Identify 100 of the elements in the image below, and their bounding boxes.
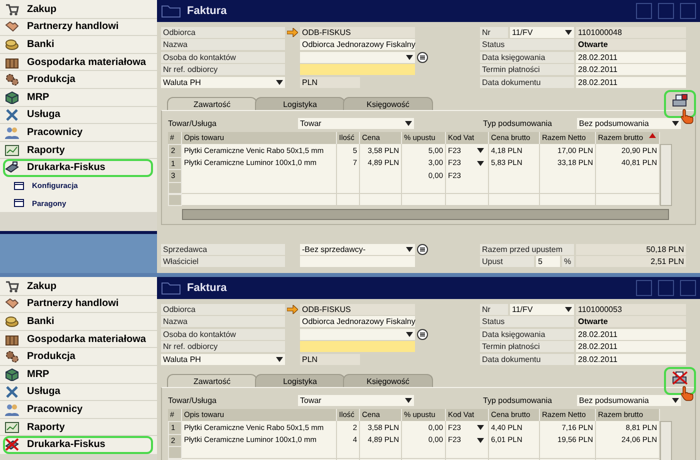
document-field[interactable]: Otwarte: [576, 39, 686, 50]
sidebar-item[interactable]: Raporty: [0, 142, 157, 160]
field-label: Nr ref. odbiorcy: [161, 341, 285, 352]
summary-type-dropdown[interactable]: Bez podsumowania: [577, 118, 681, 128]
table-cell: [596, 182, 660, 194]
sidebar-item[interactable]: Produkcja: [0, 348, 157, 366]
name-field[interactable]: Odbiorca Jednorazowy Fiskalny: [300, 316, 415, 327]
printer-crossed-icon: [672, 371, 688, 385]
field-label: Nazwa: [161, 39, 285, 50]
sidebar-item[interactable]: Produkcja: [0, 71, 157, 89]
document-field[interactable]: 28.02.2011: [576, 328, 686, 340]
document-field[interactable]: 1101000048: [576, 26, 686, 38]
document-field[interactable]: 28.02.2011: [576, 52, 686, 62]
chart-icon: [5, 144, 19, 157]
item-type-dropdown[interactable]: Towar: [298, 394, 414, 406]
caret-icon[interactable]: [565, 30, 572, 34]
sidebar-item[interactable]: Drukarka-Fiskus: [3, 436, 153, 454]
customer-code-field[interactable]: ODB-FISKUS: [300, 26, 415, 38]
tab[interactable]: Księgowość: [343, 97, 433, 110]
currency-field[interactable]: PLN: [300, 354, 360, 364]
link-arrow-icon[interactable]: [287, 28, 298, 36]
table-cell: [337, 182, 360, 194]
document-field[interactable]: 28.02.2011: [576, 64, 686, 75]
window-title: Faktura: [187, 5, 228, 17]
item-type-dropdown[interactable]: Towar: [298, 118, 414, 128]
coins-icon: [5, 38, 19, 51]
horizontal-scrollbar[interactable]: [182, 209, 669, 220]
window-title: Faktura: [187, 282, 228, 294]
sidebar-item[interactable]: Zakup: [0, 278, 157, 296]
owner-field[interactable]: [300, 256, 415, 268]
sidebar-item[interactable]: MRP: [0, 366, 157, 384]
sidebar-item[interactable]: Gospodarka materiałowa: [0, 54, 157, 72]
sidebar-item[interactable]: MRP: [0, 88, 157, 107]
sidebar-item[interactable]: Usługa: [0, 106, 157, 124]
sidebar-item[interactable]: Partnerzy handlowi: [0, 18, 157, 36]
caret-icon[interactable]: [406, 246, 413, 252]
caret-icon[interactable]: [672, 120, 679, 126]
tab[interactable]: Logistyka: [255, 374, 345, 387]
discount-amount-field[interactable]: 2,51 PLN: [576, 256, 686, 268]
sidebar-item[interactable]: Banki: [0, 313, 157, 331]
name-field[interactable]: Odbiorca Jednorazowy Fiskalny: [300, 39, 415, 50]
list-choose-icon[interactable]: [417, 328, 428, 340]
field-label: Data dokumentu: [480, 354, 574, 364]
people-icon: [5, 402, 19, 416]
currency-field[interactable]: PLN: [300, 76, 360, 88]
document-field[interactable]: 28.02.2011: [576, 341, 686, 352]
series-dropdown[interactable]: 11/FV: [510, 304, 574, 314]
document-field[interactable]: 1101000053: [576, 304, 686, 314]
field-label: Towar/Usługa: [168, 118, 218, 128]
sidebar-item[interactable]: Gospodarka materiałowa: [0, 330, 157, 348]
table-cell: [540, 194, 596, 206]
table-cell: [360, 182, 402, 194]
link-arrow-icon[interactable]: [287, 304, 298, 314]
tab[interactable]: Zawartość: [167, 97, 257, 110]
sidebar-item[interactable]: Banki: [0, 36, 157, 54]
sidebar-item[interactable]: Pracownicy: [0, 124, 157, 142]
sidebar-item[interactable]: Pracownicy: [0, 401, 157, 419]
cart-icon: [5, 280, 19, 293]
sidebar-item[interactable]: Partnerzy handlowi: [0, 296, 157, 314]
sidebar-item[interactable]: Zakup: [0, 1, 157, 19]
field-label: Termin płatności: [480, 64, 574, 75]
list-choose-icon[interactable]: [417, 244, 428, 255]
list-choose-icon[interactable]: [417, 52, 428, 62]
document-field[interactable]: 28.02.2011: [576, 354, 686, 364]
caret-icon[interactable]: [565, 306, 572, 312]
summary-type-dropdown[interactable]: Bez podsumowania: [577, 394, 681, 406]
sidebar-item[interactable]: Raporty: [0, 418, 157, 436]
currency-dropdown[interactable]: Waluta PH: [161, 76, 285, 88]
caret-icon[interactable]: [276, 356, 283, 362]
document-field[interactable]: Otwarte: [576, 316, 686, 327]
caret-icon[interactable]: [405, 120, 412, 126]
seller-dropdown[interactable]: -Bez sprzedawcy-: [300, 244, 415, 255]
series-dropdown[interactable]: 11/FV: [510, 26, 574, 38]
table-cell: [596, 194, 660, 206]
box-icon: [5, 56, 19, 69]
field-label: Nr ref. odbiorcy: [161, 64, 285, 75]
reference-field[interactable]: [300, 64, 415, 75]
caret-icon[interactable]: [276, 80, 283, 84]
caret-icon[interactable]: [406, 332, 413, 336]
document-field[interactable]: 28.02.2011: [576, 76, 686, 88]
field-label: Typ podsumowania: [483, 394, 553, 406]
cart-icon: [5, 2, 19, 16]
vertical-scrollbar[interactable]: [660, 144, 672, 206]
sidebar-item[interactable]: Drukarka-Fiskus: [3, 159, 153, 177]
customer-code-field[interactable]: ODB-FISKUS: [300, 304, 415, 314]
field-label: Status: [480, 316, 574, 327]
total-field[interactable]: 50,18 PLN: [576, 244, 686, 255]
discount-percent-field[interactable]: 5: [536, 256, 560, 268]
table-cell: [540, 446, 596, 459]
tab[interactable]: Księgowość: [343, 374, 433, 387]
caret-icon[interactable]: [406, 54, 413, 60]
field-label: Termin płatności: [480, 341, 574, 352]
table-cell: [489, 182, 540, 194]
tab[interactable]: Zawartość: [167, 374, 257, 387]
reference-field[interactable]: [300, 341, 415, 352]
sidebar-item[interactable]: Usługa: [0, 384, 157, 402]
caret-icon[interactable]: [405, 398, 412, 402]
currency-dropdown[interactable]: Waluta PH: [161, 354, 285, 364]
tab[interactable]: Logistyka: [255, 97, 345, 110]
caret-icon[interactable]: [672, 398, 679, 402]
